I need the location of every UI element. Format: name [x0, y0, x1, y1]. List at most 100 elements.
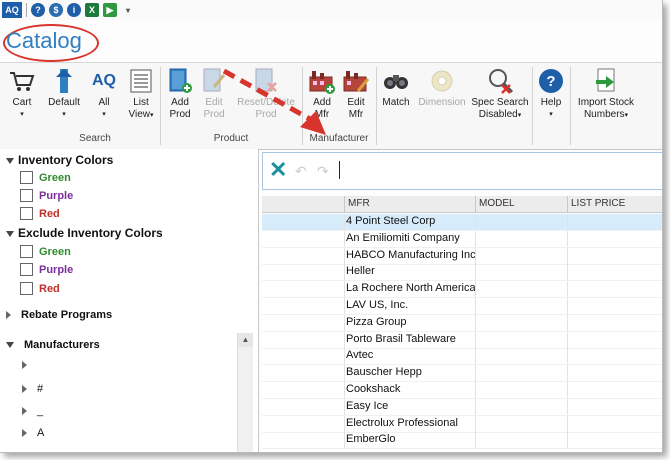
manufacturer-node[interactable] [22, 361, 37, 369]
chevron-down-icon: ▾ [102, 111, 106, 118]
table-row[interactable]: LAV US, Inc. [262, 298, 662, 315]
aq-logo: AQ [2, 2, 22, 18]
column-separator [567, 298, 568, 314]
filter-red[interactable]: Red [20, 207, 60, 220]
column-separator [344, 382, 345, 398]
clear-icon[interactable]: ✕ [269, 159, 287, 181]
table-row[interactable]: An Emiliomiti Company [262, 230, 662, 248]
column-separator [567, 264, 568, 281]
column-separator [344, 247, 345, 264]
filter-panel: Inventory Colors Green Purple Red Exclud… [0, 149, 259, 452]
add-prod-button[interactable]: Add Prod [164, 67, 196, 121]
column-header-list-price[interactable]: LIST PRICE [571, 198, 625, 209]
column-separator [567, 432, 568, 449]
aq-search-icon: AQ [92, 72, 116, 89]
manufacturer-node[interactable]: _ [22, 405, 43, 417]
table-row[interactable]: Electrolux Professional [262, 415, 662, 433]
export-icon[interactable]: ▶ [103, 3, 117, 17]
column-separator [475, 348, 476, 365]
help-icon: ? [537, 67, 565, 95]
dropdown-icon[interactable]: ▾ [121, 3, 135, 17]
table-row[interactable]: Cookshack [262, 382, 662, 399]
spec-search-button[interactable]: Spec Search Disabled▾ [470, 67, 530, 122]
checkbox[interactable] [20, 282, 33, 295]
table-row[interactable]: Heller [262, 264, 662, 282]
filter-purple[interactable]: Purple [20, 189, 73, 202]
filter-green[interactable]: Green [20, 171, 71, 184]
column-separator [567, 281, 568, 298]
manufacturers-header[interactable]: Manufacturers [6, 339, 100, 351]
checkbox[interactable] [20, 263, 33, 276]
mfr-cell: Pizza Group [346, 315, 407, 328]
checkbox[interactable] [20, 207, 33, 220]
column-separator [344, 348, 345, 365]
spec-search-icon [486, 67, 514, 95]
column-separator [475, 247, 476, 264]
table-row[interactable]: HABCO Manufacturing Inc [262, 247, 662, 265]
manufacturer-node[interactable]: A [22, 427, 44, 439]
search-input[interactable] [339, 161, 340, 179]
column-separator [567, 214, 568, 230]
exclude-filter-red[interactable]: Red [20, 282, 60, 295]
exclude-filter-green[interactable]: Green [20, 245, 71, 258]
column-header-model[interactable]: MODEL [479, 198, 515, 209]
results-grid: MFR MODEL LIST PRICE 4 Point Steel Corp A… [262, 196, 662, 452]
cart-button[interactable]: Cart ▾ [6, 67, 38, 121]
list-view-button[interactable]: List View▾ [124, 67, 158, 122]
column-header-mfr[interactable]: MFR [348, 198, 370, 209]
all-button[interactable]: AQ All ▾ [88, 67, 120, 121]
table-row[interactable]: Porto Brasil Tableware [262, 331, 662, 349]
help-button[interactable]: ? Help ▾ [536, 67, 566, 121]
chevron-down-icon: ▾ [62, 111, 66, 118]
dimension-button[interactable]: Dimension [416, 67, 468, 109]
ribbon: Cart ▾ Default ▾ AQ All ▾ List View▾ Sea… [0, 62, 662, 150]
excel-icon[interactable]: X [85, 3, 99, 17]
scroll-up-icon[interactable]: ▲ [238, 333, 253, 347]
help-icon[interactable]: ? [31, 3, 45, 17]
inventory-colors-header[interactable]: Inventory Colors [6, 153, 113, 167]
table-row[interactable]: Avtec [262, 348, 662, 366]
info-icon[interactable]: i [67, 3, 81, 17]
toolbar-separator [26, 3, 27, 17]
column-separator [344, 281, 345, 298]
chevron-down-icon: ▾ [149, 112, 154, 119]
import-stock-numbers-button[interactable]: Import Stock Numbers▾ [574, 67, 638, 122]
table-row[interactable]: EmberGlo [262, 432, 662, 450]
exclude-filter-purple[interactable]: Purple [20, 263, 73, 276]
manufacturers-scrollbar[interactable]: ▲ [237, 333, 253, 452]
checkbox[interactable] [20, 189, 33, 202]
mfr-cell: Cookshack [346, 383, 401, 395]
manufacturer-node[interactable]: # [22, 383, 43, 395]
redo-icon[interactable]: ↷ [317, 163, 329, 180]
checkbox[interactable] [20, 171, 33, 184]
column-separator [567, 398, 568, 415]
checkbox[interactable] [20, 245, 33, 258]
mfr-cell: Easy Ice [346, 399, 389, 412]
app-window: AQ ? $ i X ▶ ▾ Catalog Cart ▾ Default ▾ [0, 0, 663, 453]
column-separator [475, 365, 476, 382]
collapsed-icon [22, 385, 27, 393]
add-product-icon [166, 67, 194, 95]
column-separator [475, 415, 476, 432]
column-separator [475, 314, 476, 331]
undo-icon[interactable]: ↶ [295, 163, 307, 180]
table-row[interactable]: La Rochere North America [262, 281, 662, 299]
table-row[interactable]: Bauscher Hepp [262, 365, 662, 383]
tape-measure-icon [428, 67, 456, 95]
import-icon [592, 67, 620, 95]
exclude-inventory-colors-header[interactable]: Exclude Inventory Colors [6, 226, 163, 240]
dollar-icon[interactable]: $ [49, 3, 63, 17]
tab-catalog[interactable]: Catalog [6, 28, 82, 54]
column-separator [475, 331, 476, 348]
mfr-cell: Bauscher Hepp [346, 366, 422, 379]
column-separator [475, 432, 476, 449]
cart-icon [8, 67, 36, 95]
default-sort-button[interactable]: Default ▾ [44, 67, 84, 121]
rebate-programs-header[interactable]: Rebate Programs [6, 309, 112, 321]
mfr-cell: Avtec [346, 349, 374, 362]
table-row[interactable]: Easy Ice [262, 398, 662, 416]
table-row[interactable]: Pizza Group [262, 314, 662, 332]
edit-mfr-button[interactable]: Edit Mfr [340, 67, 372, 121]
table-row[interactable]: 4 Point Steel Corp [262, 214, 662, 231]
match-button[interactable]: Match [380, 67, 412, 109]
